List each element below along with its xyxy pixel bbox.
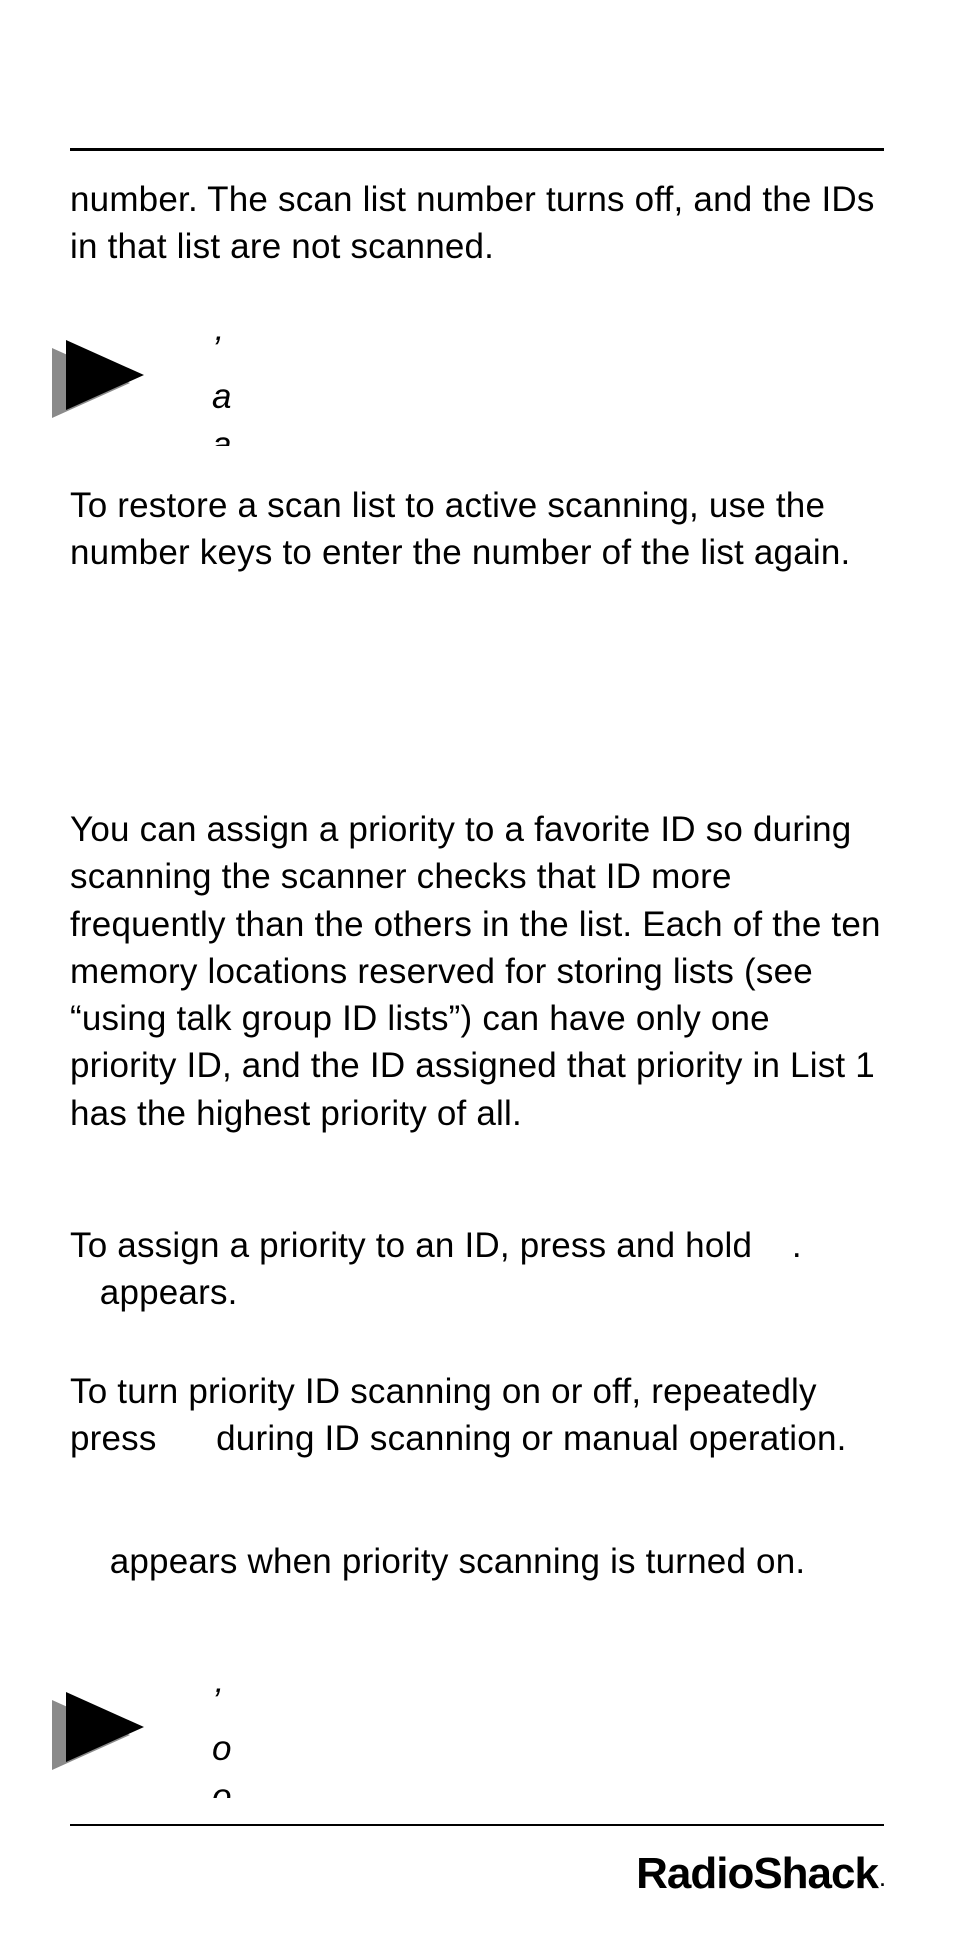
note-text-line: ’ bbox=[212, 326, 234, 373]
paragraph: You can assign a priority to a favorite … bbox=[70, 806, 884, 1137]
play-icon bbox=[52, 340, 172, 430]
paragraph: number. The scan list number turns off, … bbox=[70, 176, 884, 271]
note-marker: ’ o o bbox=[52, 1692, 172, 1782]
paragraph: To restore a scan list to active scannin… bbox=[70, 482, 884, 577]
note-text-line: a bbox=[212, 421, 234, 447]
bottom-rule bbox=[70, 1824, 884, 1826]
paragraph: To assign a priority to an ID, press and… bbox=[70, 1222, 884, 1317]
note-text-line: ’ bbox=[212, 1678, 234, 1725]
brand-logo: RadioShack. bbox=[636, 1849, 884, 1899]
brand-text: RadioShack bbox=[636, 1849, 878, 1898]
paragraph: To turn priority ID scanning on or off, … bbox=[70, 1368, 884, 1463]
play-icon bbox=[52, 1692, 172, 1782]
paragraph: appears when priority scanning is turned… bbox=[70, 1538, 884, 1585]
note-text-line: o bbox=[212, 1773, 234, 1799]
document-page: number. The scan list number turns off, … bbox=[0, 0, 954, 1959]
note-text-line: o bbox=[212, 1725, 234, 1772]
note-text-line: a bbox=[212, 373, 234, 420]
note-text-fragment: ’ o o bbox=[212, 1678, 234, 1798]
brand-dot: . bbox=[880, 1870, 884, 1890]
note-marker: ’ a a bbox=[52, 340, 172, 430]
top-rule bbox=[70, 148, 884, 151]
note-text-fragment: ’ a a bbox=[212, 326, 234, 446]
